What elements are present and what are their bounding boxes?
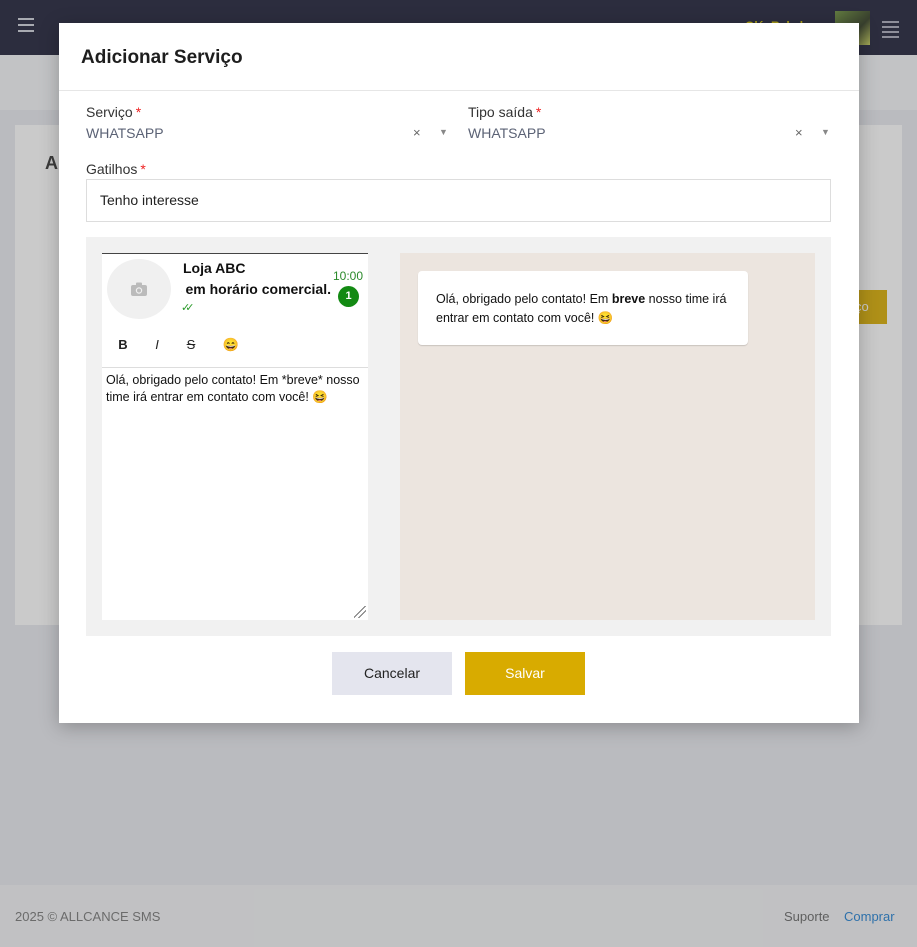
modal-title: Adicionar Serviço	[81, 47, 243, 68]
tipo-saida-label: Tipo saída *	[468, 104, 542, 120]
camera-icon	[131, 282, 147, 296]
chevron-down-icon[interactable]: ▼	[821, 127, 830, 137]
chevron-down-icon[interactable]: ▼	[439, 127, 448, 137]
required-marker: *	[140, 161, 146, 177]
strikethrough-button[interactable]: S	[181, 337, 201, 352]
message-editor-area: Loja ABC Olá! Estamos em horário comerci…	[86, 237, 831, 636]
preview-bubble: Olá, obrigado pelo contato! Em breve nos…	[418, 271, 748, 345]
tipo-saida-value: WHATSAPP	[468, 125, 546, 141]
emoji-button[interactable]: 😄	[221, 337, 241, 353]
cancel-button[interactable]: Cancelar	[332, 652, 452, 695]
message-editor: Loja ABC Olá! Estamos em horário comerci…	[102, 253, 368, 620]
gatilhos-label: Gatilhos *	[86, 161, 146, 177]
tipo-saida-select[interactable]: WHATSAPP × ▼	[468, 123, 830, 145]
contact-name: Loja ABC	[183, 260, 246, 276]
clear-icon[interactable]: ×	[413, 125, 421, 140]
contact-photo	[107, 259, 171, 319]
servico-label: Serviço *	[86, 104, 142, 120]
message-textarea[interactable]: Olá, obrigado pelo contato! Em *breve* n…	[106, 372, 364, 406]
unread-badge: 1	[338, 286, 359, 307]
servico-select[interactable]: WHATSAPP × ▼	[86, 123, 448, 145]
format-toolbar: B I S 😄	[102, 334, 368, 368]
last-message: Olá! Estamos em horário comercial.	[181, 281, 331, 297]
save-button[interactable]: Salvar	[465, 652, 585, 695]
servico-value: WHATSAPP	[86, 125, 164, 141]
clear-icon[interactable]: ×	[795, 125, 803, 140]
gatilhos-input[interactable]: Tenho interesse	[86, 179, 831, 222]
double-check-icon: ✓✓	[181, 302, 195, 314]
italic-button[interactable]: I	[147, 337, 167, 352]
modal-header: Adicionar Serviço	[59, 23, 859, 91]
required-marker: *	[535, 104, 542, 120]
message-preview: Olá, obrigado pelo contato! Em breve nos…	[400, 253, 815, 620]
message-time: 10:00	[333, 269, 364, 283]
bold-button[interactable]: B	[113, 337, 133, 352]
resize-handle-icon[interactable]	[354, 606, 366, 618]
required-marker: *	[135, 104, 142, 120]
add-service-modal: Adicionar Serviço Serviço * WHATSAPP × ▼ …	[59, 23, 859, 723]
